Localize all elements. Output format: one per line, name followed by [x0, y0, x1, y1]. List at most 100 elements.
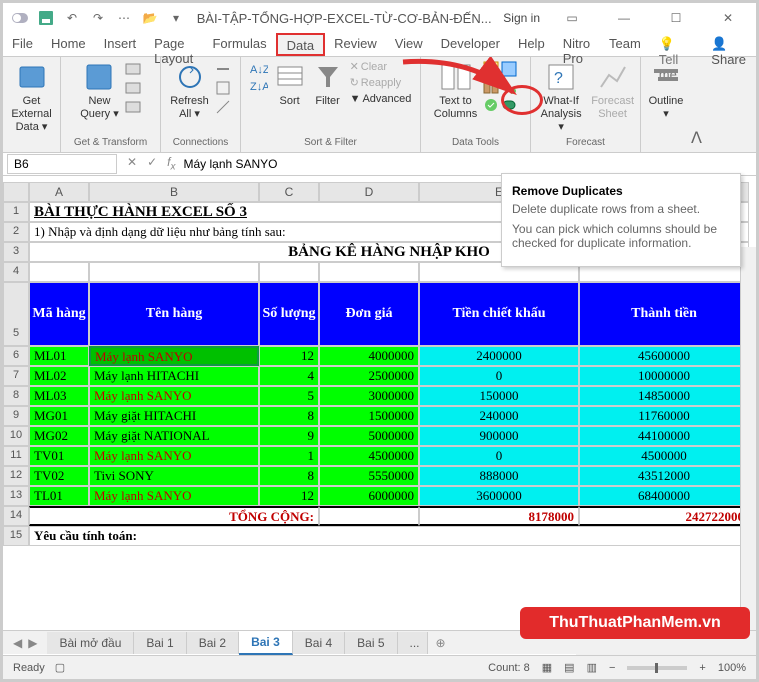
cell[interactable]: 14850000 — [579, 386, 749, 406]
cell[interactable]: 5550000 — [319, 466, 419, 486]
cell[interactable]: 3000000 — [319, 386, 419, 406]
cell[interactable]: TV02 — [29, 466, 89, 486]
show-queries-button[interactable] — [125, 61, 141, 77]
view-page-break-icon[interactable]: ▥ — [587, 661, 597, 674]
cell[interactable]: Máy giặt NATIONAL — [89, 426, 259, 446]
cell[interactable]: ML02 — [29, 366, 89, 386]
cell[interactable]: Máy lạnh SANYO — [89, 486, 259, 506]
cell[interactable]: 240000 — [419, 406, 579, 426]
select-all-cell[interactable] — [3, 182, 29, 202]
cell[interactable]: ML03 — [29, 386, 89, 406]
row-header[interactable]: 2 — [3, 222, 29, 242]
cell[interactable]: 8178000 — [419, 506, 579, 526]
sheet-tab[interactable]: Bai 2 — [187, 632, 239, 654]
sheet-tab[interactable]: Bai 5 — [345, 632, 397, 654]
cell[interactable]: 900000 — [419, 426, 579, 446]
cell[interactable]: 45600000 — [579, 346, 749, 366]
cell[interactable]: 5000000 — [319, 426, 419, 446]
col-header-a[interactable]: A — [29, 182, 89, 202]
tab-nitropro[interactable]: Nitro Pro — [554, 33, 600, 56]
cell[interactable]: 4500000 — [319, 446, 419, 466]
filter-button[interactable]: Filter — [312, 61, 344, 108]
sheet-tabs-more[interactable]: ... — [398, 632, 428, 654]
row-header[interactable]: 10 — [3, 426, 29, 446]
cell[interactable]: Đơn giá — [319, 282, 419, 346]
text-to-columns-button[interactable]: Text to Columns — [434, 61, 477, 121]
enter-formula-icon[interactable]: ✓ — [147, 155, 157, 172]
cell[interactable]: 0 — [419, 366, 579, 386]
cell[interactable]: 1500000 — [319, 406, 419, 426]
macro-record-icon[interactable]: ▢ — [55, 661, 65, 674]
consolidate-button[interactable] — [501, 61, 517, 77]
sort-za-button[interactable]: Z↓A — [250, 78, 268, 94]
cell[interactable]: 0 — [419, 446, 579, 466]
undo-icon[interactable]: ↶ — [63, 9, 81, 27]
remove-duplicates-button[interactable] — [483, 79, 499, 95]
relationships-button[interactable] — [501, 79, 517, 95]
cell[interactable]: 11760000 — [579, 406, 749, 426]
vertical-scrollbar[interactable] — [740, 247, 756, 631]
tab-formulas[interactable]: Formulas — [203, 33, 275, 56]
what-if-analysis-button[interactable]: ?What-If Analysis ▾ — [537, 61, 585, 135]
data-validation-button[interactable] — [483, 97, 499, 113]
ribbon-display-options-icon[interactable]: ▭ — [552, 11, 592, 25]
row-header[interactable]: 4 — [3, 262, 29, 282]
cell[interactable] — [319, 262, 419, 282]
col-header-b[interactable]: B — [89, 182, 259, 202]
name-box[interactable]: B6 — [7, 154, 117, 174]
cell[interactable]: 4000000 — [319, 346, 419, 366]
row-header[interactable]: 1 — [3, 202, 29, 222]
tab-team[interactable]: Team — [600, 33, 650, 56]
sheet-tab[interactable]: Bai 4 — [293, 632, 345, 654]
fx-icon[interactable]: fx — [167, 155, 175, 172]
autosave-toggle[interactable] — [11, 9, 29, 27]
cell[interactable]: 150000 — [419, 386, 579, 406]
cell[interactable] — [259, 262, 319, 282]
cell[interactable]: Tiền chiết khấu — [419, 282, 579, 346]
row-header[interactable]: 13 — [3, 486, 29, 506]
sort-button[interactable]: Sort — [274, 61, 306, 108]
col-header-d[interactable]: D — [319, 182, 419, 202]
cell[interactable]: Tivi SONY — [89, 466, 259, 486]
cell[interactable]: 8 — [259, 406, 319, 426]
cell[interactable]: 12 — [259, 486, 319, 506]
tab-view[interactable]: View — [386, 33, 432, 56]
cancel-formula-icon[interactable]: ✕ — [127, 155, 137, 172]
row-header[interactable]: 3 — [3, 242, 29, 262]
formula-bar-input[interactable]: Máy lạnh SANYO — [175, 155, 756, 173]
qat-dropdown-icon[interactable]: ▾ — [167, 9, 185, 27]
cell[interactable]: 2500000 — [319, 366, 419, 386]
cell[interactable]: Yêu cầu tính toán: — [29, 526, 749, 546]
cell[interactable]: Mã hàng — [29, 282, 89, 346]
qat-more-icon[interactable]: ⋯ — [115, 9, 133, 27]
minimize-button[interactable]: — — [604, 11, 644, 25]
recent-sources-button[interactable] — [125, 99, 141, 115]
outline-button[interactable]: Outline ▾ — [649, 61, 684, 121]
cell[interactable]: 4500000 — [579, 446, 749, 466]
cell[interactable] — [29, 262, 89, 282]
zoom-out-button[interactable]: − — [609, 662, 615, 674]
col-header-c[interactable]: C — [259, 182, 319, 202]
row-header[interactable]: 7 — [3, 366, 29, 386]
flash-fill-button[interactable] — [483, 61, 499, 77]
cell[interactable]: 12 — [259, 346, 319, 366]
connections-button[interactable] — [215, 61, 231, 77]
cell[interactable]: Máy lạnh SANYO — [89, 386, 259, 406]
sheet-prev-icon[interactable]: ◀ — [13, 636, 22, 650]
cell[interactable]: 5 — [259, 386, 319, 406]
sign-in-link[interactable]: Sign in — [503, 11, 540, 25]
cell[interactable]: 2400000 — [419, 346, 579, 366]
view-normal-icon[interactable]: ▦ — [542, 661, 552, 674]
tab-help[interactable]: Help — [509, 33, 554, 56]
qat-open-icon[interactable]: 📂 — [141, 9, 159, 27]
cell[interactable]: MG02 — [29, 426, 89, 446]
cell[interactable]: 10000000 — [579, 366, 749, 386]
forecast-sheet-button[interactable]: Forecast Sheet — [591, 61, 634, 121]
tab-home[interactable]: Home — [42, 33, 95, 56]
tab-file[interactable]: File — [3, 33, 42, 56]
save-icon[interactable] — [37, 9, 55, 27]
cell[interactable]: Số lượng — [259, 282, 319, 346]
cell[interactable]: Máy lạnh HITACHI — [89, 366, 259, 386]
row-header[interactable]: 5 — [3, 282, 29, 346]
cell[interactable]: 43512000 — [579, 466, 749, 486]
